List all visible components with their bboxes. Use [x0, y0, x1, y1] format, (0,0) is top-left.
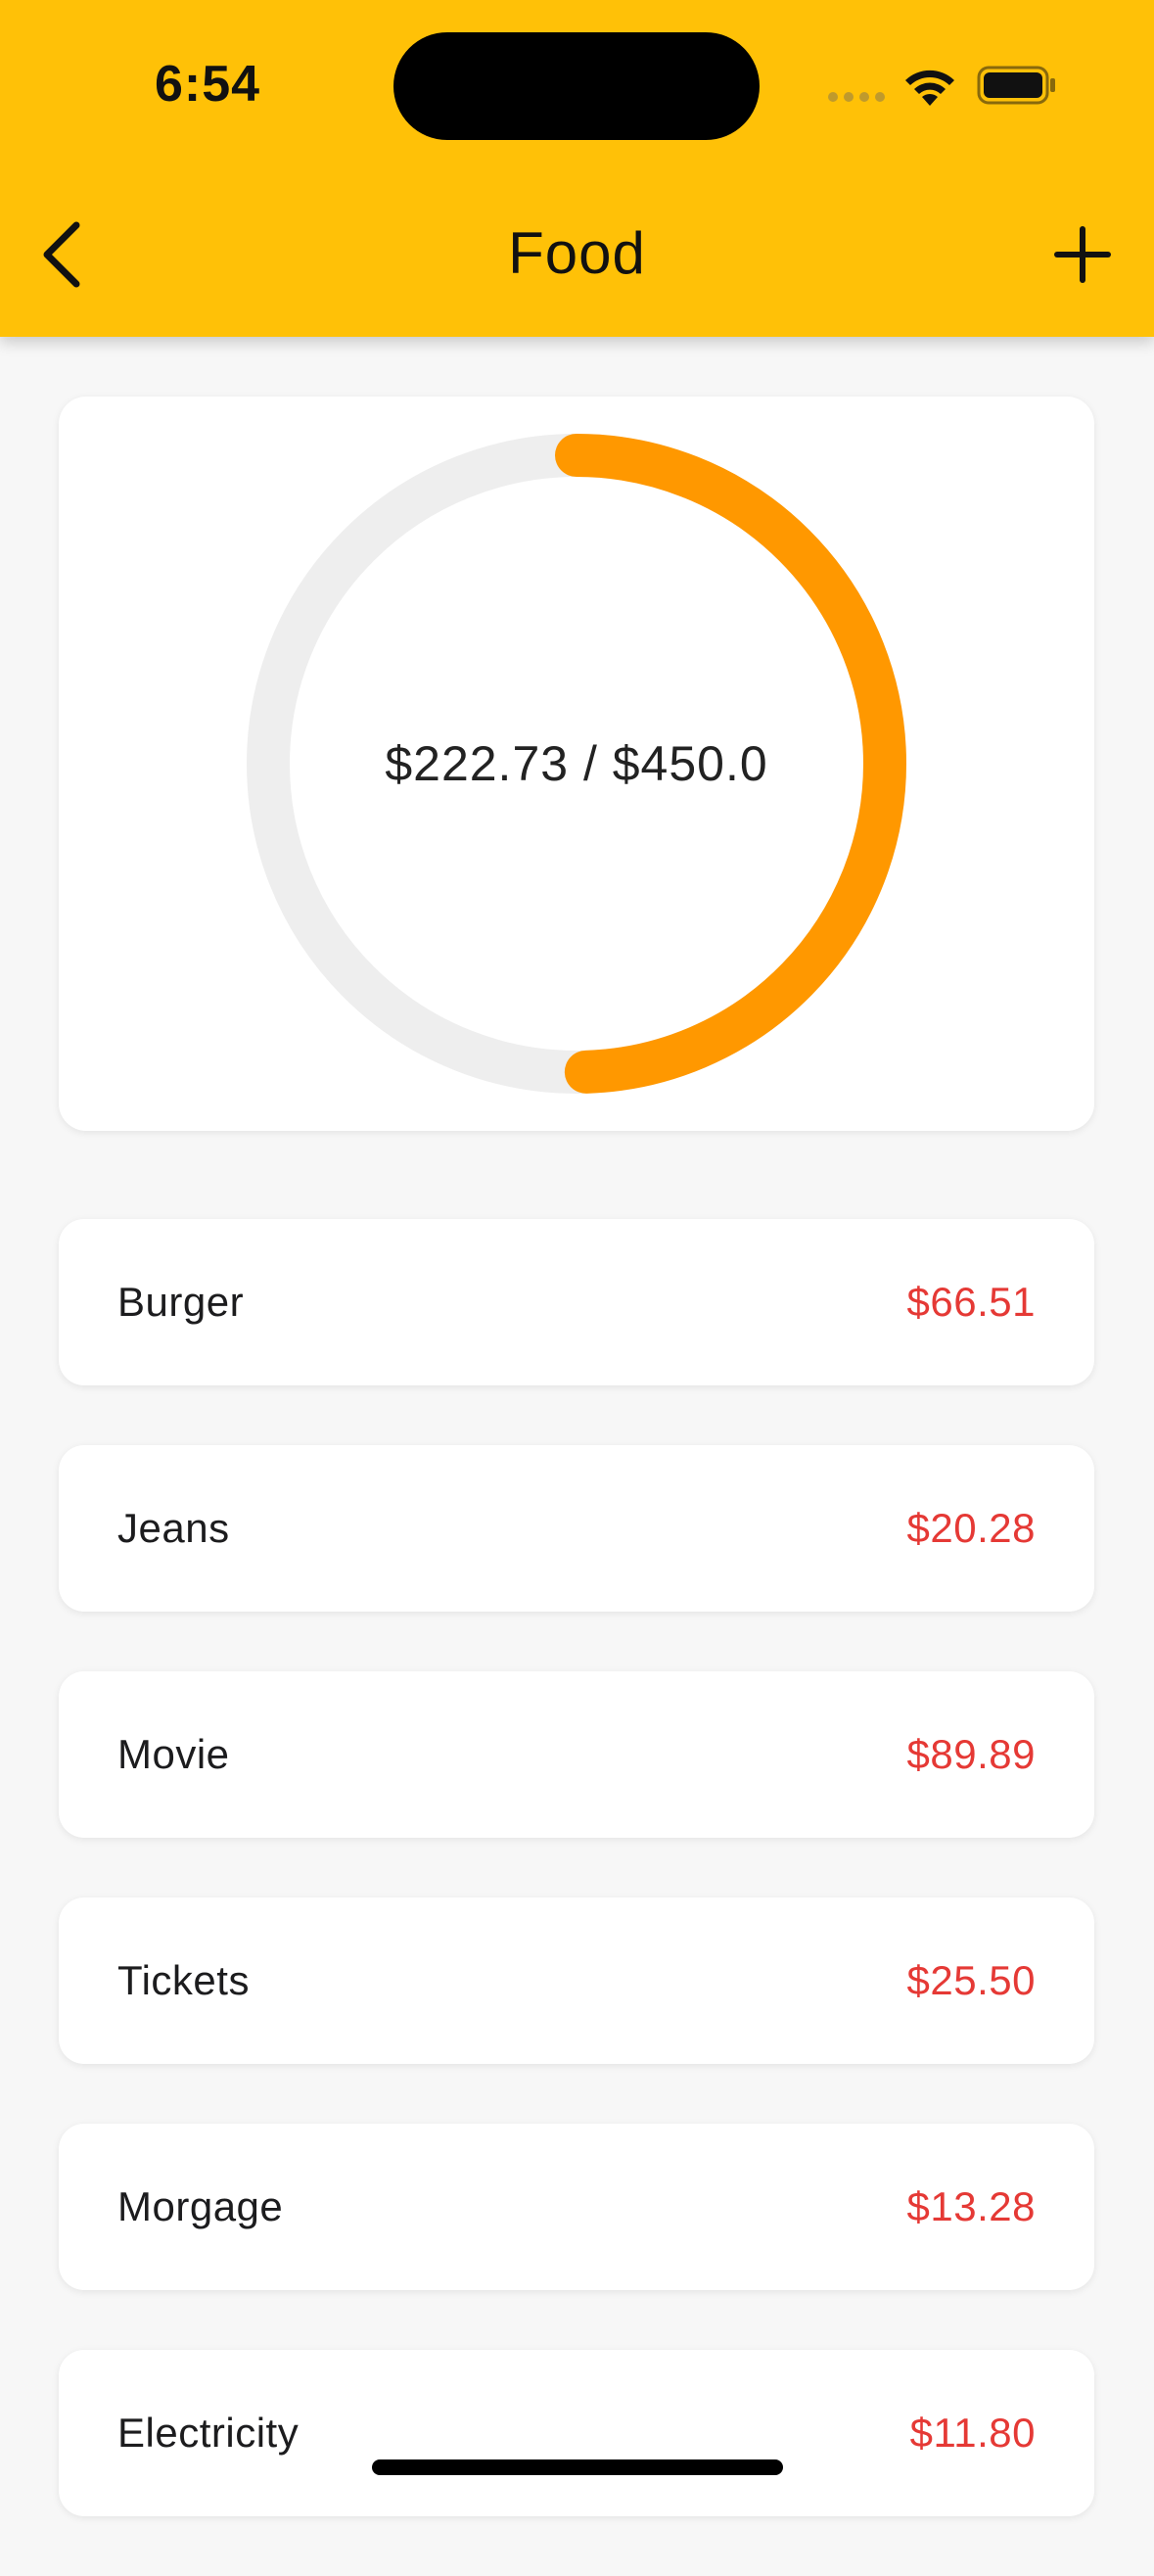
expense-item[interactable]: Tickets $25.50	[59, 1897, 1094, 2064]
home-indicator[interactable]	[372, 2459, 783, 2475]
expense-amount: $20.28	[906, 1505, 1036, 1551]
plus-icon	[1054, 226, 1111, 283]
expense-item[interactable]: Movie $89.89	[59, 1671, 1094, 1838]
expense-name: Electricity	[117, 2410, 300, 2456]
expense-amount: $89.89	[906, 1731, 1036, 1777]
expense-name: Burger	[117, 1279, 245, 1325]
budget-progress-card: $222.73 / $450.0	[59, 397, 1094, 1131]
expense-item[interactable]: Electricity $11.80	[59, 2350, 1094, 2516]
expense-amount: $13.28	[906, 2183, 1036, 2229]
expense-item[interactable]: Morgage $13.28	[59, 2124, 1094, 2290]
expense-amount: $66.51	[906, 1279, 1036, 1325]
dynamic-island	[393, 32, 760, 140]
budget-summary: $222.73 / $450.0	[385, 736, 768, 791]
app-header: 6:54 Food	[0, 0, 1154, 337]
expense-amount: $25.50	[906, 1957, 1036, 2003]
expense-name: Jeans	[117, 1505, 230, 1551]
expense-list: Burger $66.51 Jeans $20.28 Movie $89.89 Ticket…	[59, 1219, 1094, 2576]
expense-item[interactable]: Jeans $20.28	[59, 1445, 1094, 1612]
battery-icon	[977, 66, 1055, 105]
add-expense-button[interactable]	[1041, 211, 1124, 298]
expense-name: Morgage	[117, 2183, 284, 2229]
expense-name: Tickets	[117, 1957, 250, 2003]
expense-name: Movie	[117, 1731, 230, 1777]
expense-amount: $11.80	[909, 2410, 1036, 2456]
page-title: Food	[508, 220, 646, 286]
expense-item[interactable]: Burger $66.51	[59, 1219, 1094, 1385]
status-time: 6:54	[155, 56, 261, 113]
cellular-signal-icon	[828, 92, 885, 102]
wifi-icon	[905, 70, 954, 106]
